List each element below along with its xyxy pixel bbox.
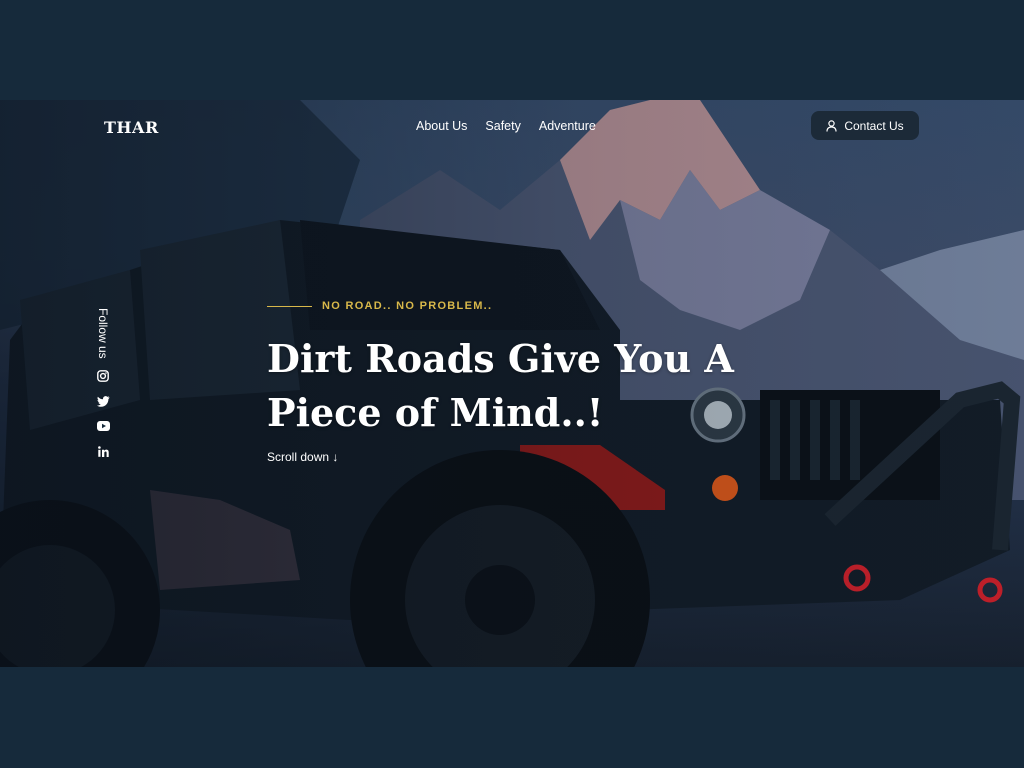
user-icon [826,119,837,132]
scroll-down-link[interactable]: Scroll down ↓ [267,450,338,464]
youtube-icon[interactable] [96,418,110,434]
instagram-icon[interactable] [96,368,110,384]
kicker-text: NO ROAD.. NO PROBLEM.. [322,300,493,312]
hero-kicker: NO ROAD.. NO PROBLEM.. [267,300,492,312]
kicker-line [267,305,312,307]
social-links [96,368,110,459]
twitter-icon[interactable] [96,393,110,409]
linkedin-icon[interactable] [96,443,110,459]
nav-item-safety[interactable]: Safety [485,119,520,133]
hero-section: THAR About Us Safety Adventure Contact U… [0,100,1024,667]
follow-us-label: Follow us [96,308,110,359]
main-nav: About Us Safety Adventure [416,119,596,133]
contact-us-label: Contact Us [844,118,904,133]
contact-us-button[interactable]: Contact Us [811,111,919,140]
nav-item-about-us[interactable]: About Us [416,119,467,133]
brand-logo[interactable]: THAR [104,118,159,137]
nav-item-adventure[interactable]: Adventure [539,119,596,133]
headline-line-1: Dirt Roads Give You A [267,336,734,381]
headline-line-2: Piece of Mind..! [267,390,604,435]
hero-headline: Dirt Roads Give You A Piece of Mind..! [267,332,787,440]
